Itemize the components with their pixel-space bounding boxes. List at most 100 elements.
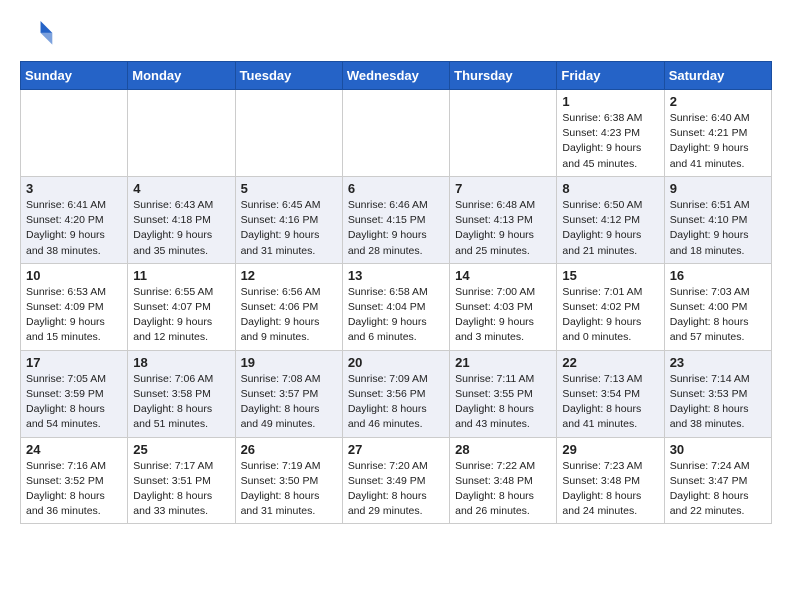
day-info: Sunrise: 6:43 AM Sunset: 4:18 PM Dayligh… <box>133 198 229 259</box>
day-info: Sunrise: 6:53 AM Sunset: 4:09 PM Dayligh… <box>26 285 122 346</box>
calendar-cell: 14 Sunrise: 7:00 AM Sunset: 4:03 PM Dayli… <box>450 263 557 350</box>
day-number: 14 <box>455 268 551 283</box>
weekday-header: Tuesday <box>235 62 342 90</box>
day-info: Sunrise: 7:13 AM Sunset: 3:54 PM Dayligh… <box>562 372 658 433</box>
calendar-cell: 20 Sunrise: 7:09 AM Sunset: 3:56 PM Dayli… <box>342 350 449 437</box>
day-info: Sunrise: 7:16 AM Sunset: 3:52 PM Dayligh… <box>26 459 122 520</box>
calendar-cell: 30 Sunrise: 7:24 AM Sunset: 3:47 PM Dayli… <box>664 437 771 524</box>
day-number: 25 <box>133 442 229 457</box>
day-number: 28 <box>455 442 551 457</box>
day-number: 7 <box>455 181 551 196</box>
day-info: Sunrise: 6:46 AM Sunset: 4:15 PM Dayligh… <box>348 198 444 259</box>
day-number: 11 <box>133 268 229 283</box>
calendar-cell: 16 Sunrise: 7:03 AM Sunset: 4:00 PM Dayli… <box>664 263 771 350</box>
calendar-cell: 11Sunrise: 6:55 AM Sunset: 4:07 PM Dayli… <box>128 263 235 350</box>
day-number: 19 <box>241 355 337 370</box>
day-info: Sunrise: 7:22 AM Sunset: 3:48 PM Dayligh… <box>455 459 551 520</box>
day-info: Sunrise: 7:20 AM Sunset: 3:49 PM Dayligh… <box>348 459 444 520</box>
day-info: Sunrise: 7:23 AM Sunset: 3:48 PM Dayligh… <box>562 459 658 520</box>
calendar-cell: 25 Sunrise: 7:17 AM Sunset: 3:51 PM Dayli… <box>128 437 235 524</box>
calendar-cell: 24 Sunrise: 7:16 AM Sunset: 3:52 PM Dayli… <box>21 437 128 524</box>
calendar-cell: 1 Sunrise: 6:38 AM Sunset: 4:23 PM Daylig… <box>557 90 664 177</box>
day-number: 4 <box>133 181 229 196</box>
calendar-cell: 10 Sunrise: 6:53 AM Sunset: 4:09 PM Dayli… <box>21 263 128 350</box>
weekday-header: Friday <box>557 62 664 90</box>
day-number: 22 <box>562 355 658 370</box>
calendar-cell: 19 Sunrise: 7:08 AM Sunset: 3:57 PM Dayli… <box>235 350 342 437</box>
calendar-week-row: 1 Sunrise: 6:38 AM Sunset: 4:23 PM Daylig… <box>21 90 772 177</box>
day-info: Sunrise: 7:17 AM Sunset: 3:51 PM Dayligh… <box>133 459 229 520</box>
weekday-header: Thursday <box>450 62 557 90</box>
day-number: 6 <box>348 181 444 196</box>
day-info: Sunrise: 6:56 AM Sunset: 4:06 PM Dayligh… <box>241 285 337 346</box>
weekday-header: Monday <box>128 62 235 90</box>
day-info: Sunrise: 6:45 AM Sunset: 4:16 PM Dayligh… <box>241 198 337 259</box>
calendar-cell: 4 Sunrise: 6:43 AM Sunset: 4:18 PM Daylig… <box>128 176 235 263</box>
day-number: 27 <box>348 442 444 457</box>
day-number: 18 <box>133 355 229 370</box>
calendar-cell: 5 Sunrise: 6:45 AM Sunset: 4:16 PM Daylig… <box>235 176 342 263</box>
day-info: Sunrise: 6:48 AM Sunset: 4:13 PM Dayligh… <box>455 198 551 259</box>
calendar-cell: 22 Sunrise: 7:13 AM Sunset: 3:54 PM Dayli… <box>557 350 664 437</box>
day-number: 20 <box>348 355 444 370</box>
day-info: Sunrise: 7:09 AM Sunset: 3:56 PM Dayligh… <box>348 372 444 433</box>
calendar-cell: 18 Sunrise: 7:06 AM Sunset: 3:58 PM Dayli… <box>128 350 235 437</box>
calendar-header-row: SundayMondayTuesdayWednesdayThursdayFrid… <box>21 62 772 90</box>
weekday-header: Saturday <box>664 62 771 90</box>
day-info: Sunrise: 7:11 AM Sunset: 3:55 PM Dayligh… <box>455 372 551 433</box>
day-info: Sunrise: 7:06 AM Sunset: 3:58 PM Dayligh… <box>133 372 229 433</box>
calendar-week-row: 10 Sunrise: 6:53 AM Sunset: 4:09 PM Dayli… <box>21 263 772 350</box>
calendar-table: SundayMondayTuesdayWednesdayThursdayFrid… <box>20 61 772 524</box>
day-number: 1 <box>562 94 658 109</box>
logo-icon <box>22 16 54 48</box>
day-info: Sunrise: 7:24 AM Sunset: 3:47 PM Dayligh… <box>670 459 766 520</box>
day-number: 23 <box>670 355 766 370</box>
day-number: 21 <box>455 355 551 370</box>
day-number: 10 <box>26 268 122 283</box>
day-number: 17 <box>26 355 122 370</box>
calendar-cell: 2 Sunrise: 6:40 AM Sunset: 4:21 PM Daylig… <box>664 90 771 177</box>
day-number: 29 <box>562 442 658 457</box>
day-number: 12 <box>241 268 337 283</box>
calendar-cell: 12 Sunrise: 6:56 AM Sunset: 4:06 PM Dayli… <box>235 263 342 350</box>
calendar-week-row: 3Sunrise: 6:41 AM Sunset: 4:20 PM Daylig… <box>21 176 772 263</box>
calendar-cell: 8 Sunrise: 6:50 AM Sunset: 4:12 PM Daylig… <box>557 176 664 263</box>
calendar-cell: 13Sunrise: 6:58 AM Sunset: 4:04 PM Dayli… <box>342 263 449 350</box>
calendar-cell: 23 Sunrise: 7:14 AM Sunset: 3:53 PM Dayli… <box>664 350 771 437</box>
day-number: 8 <box>562 181 658 196</box>
calendar-cell: 26Sunrise: 7:19 AM Sunset: 3:50 PM Dayli… <box>235 437 342 524</box>
day-info: Sunrise: 7:03 AM Sunset: 4:00 PM Dayligh… <box>670 285 766 346</box>
calendar-cell: 3Sunrise: 6:41 AM Sunset: 4:20 PM Daylig… <box>21 176 128 263</box>
day-number: 9 <box>670 181 766 196</box>
day-info: Sunrise: 7:08 AM Sunset: 3:57 PM Dayligh… <box>241 372 337 433</box>
calendar-cell: 15Sunrise: 7:01 AM Sunset: 4:02 PM Dayli… <box>557 263 664 350</box>
logo <box>20 16 54 53</box>
day-number: 15 <box>562 268 658 283</box>
weekday-header: Sunday <box>21 62 128 90</box>
calendar-cell: 9 Sunrise: 6:51 AM Sunset: 4:10 PM Daylig… <box>664 176 771 263</box>
day-info: Sunrise: 6:40 AM Sunset: 4:21 PM Dayligh… <box>670 111 766 172</box>
day-info: Sunrise: 6:51 AM Sunset: 4:10 PM Dayligh… <box>670 198 766 259</box>
day-number: 5 <box>241 181 337 196</box>
day-info: Sunrise: 7:05 AM Sunset: 3:59 PM Dayligh… <box>26 372 122 433</box>
day-number: 16 <box>670 268 766 283</box>
calendar-cell <box>128 90 235 177</box>
header <box>20 16 772 53</box>
day-number: 30 <box>670 442 766 457</box>
calendar-week-row: 17 Sunrise: 7:05 AM Sunset: 3:59 PM Dayli… <box>21 350 772 437</box>
day-number: 26 <box>241 442 337 457</box>
day-info: Sunrise: 7:00 AM Sunset: 4:03 PM Dayligh… <box>455 285 551 346</box>
calendar-cell <box>342 90 449 177</box>
day-info: Sunrise: 6:50 AM Sunset: 4:12 PM Dayligh… <box>562 198 658 259</box>
day-number: 2 <box>670 94 766 109</box>
day-info: Sunrise: 6:41 AM Sunset: 4:20 PM Dayligh… <box>26 198 122 259</box>
day-number: 24 <box>26 442 122 457</box>
page: SundayMondayTuesdayWednesdayThursdayFrid… <box>0 0 792 540</box>
day-info: Sunrise: 6:38 AM Sunset: 4:23 PM Dayligh… <box>562 111 658 172</box>
calendar-cell: 17 Sunrise: 7:05 AM Sunset: 3:59 PM Dayli… <box>21 350 128 437</box>
calendar-cell: 29 Sunrise: 7:23 AM Sunset: 3:48 PM Dayli… <box>557 437 664 524</box>
weekday-header: Wednesday <box>342 62 449 90</box>
day-info: Sunrise: 7:14 AM Sunset: 3:53 PM Dayligh… <box>670 372 766 433</box>
calendar-cell <box>235 90 342 177</box>
day-info: Sunrise: 6:58 AM Sunset: 4:04 PM Dayligh… <box>348 285 444 346</box>
